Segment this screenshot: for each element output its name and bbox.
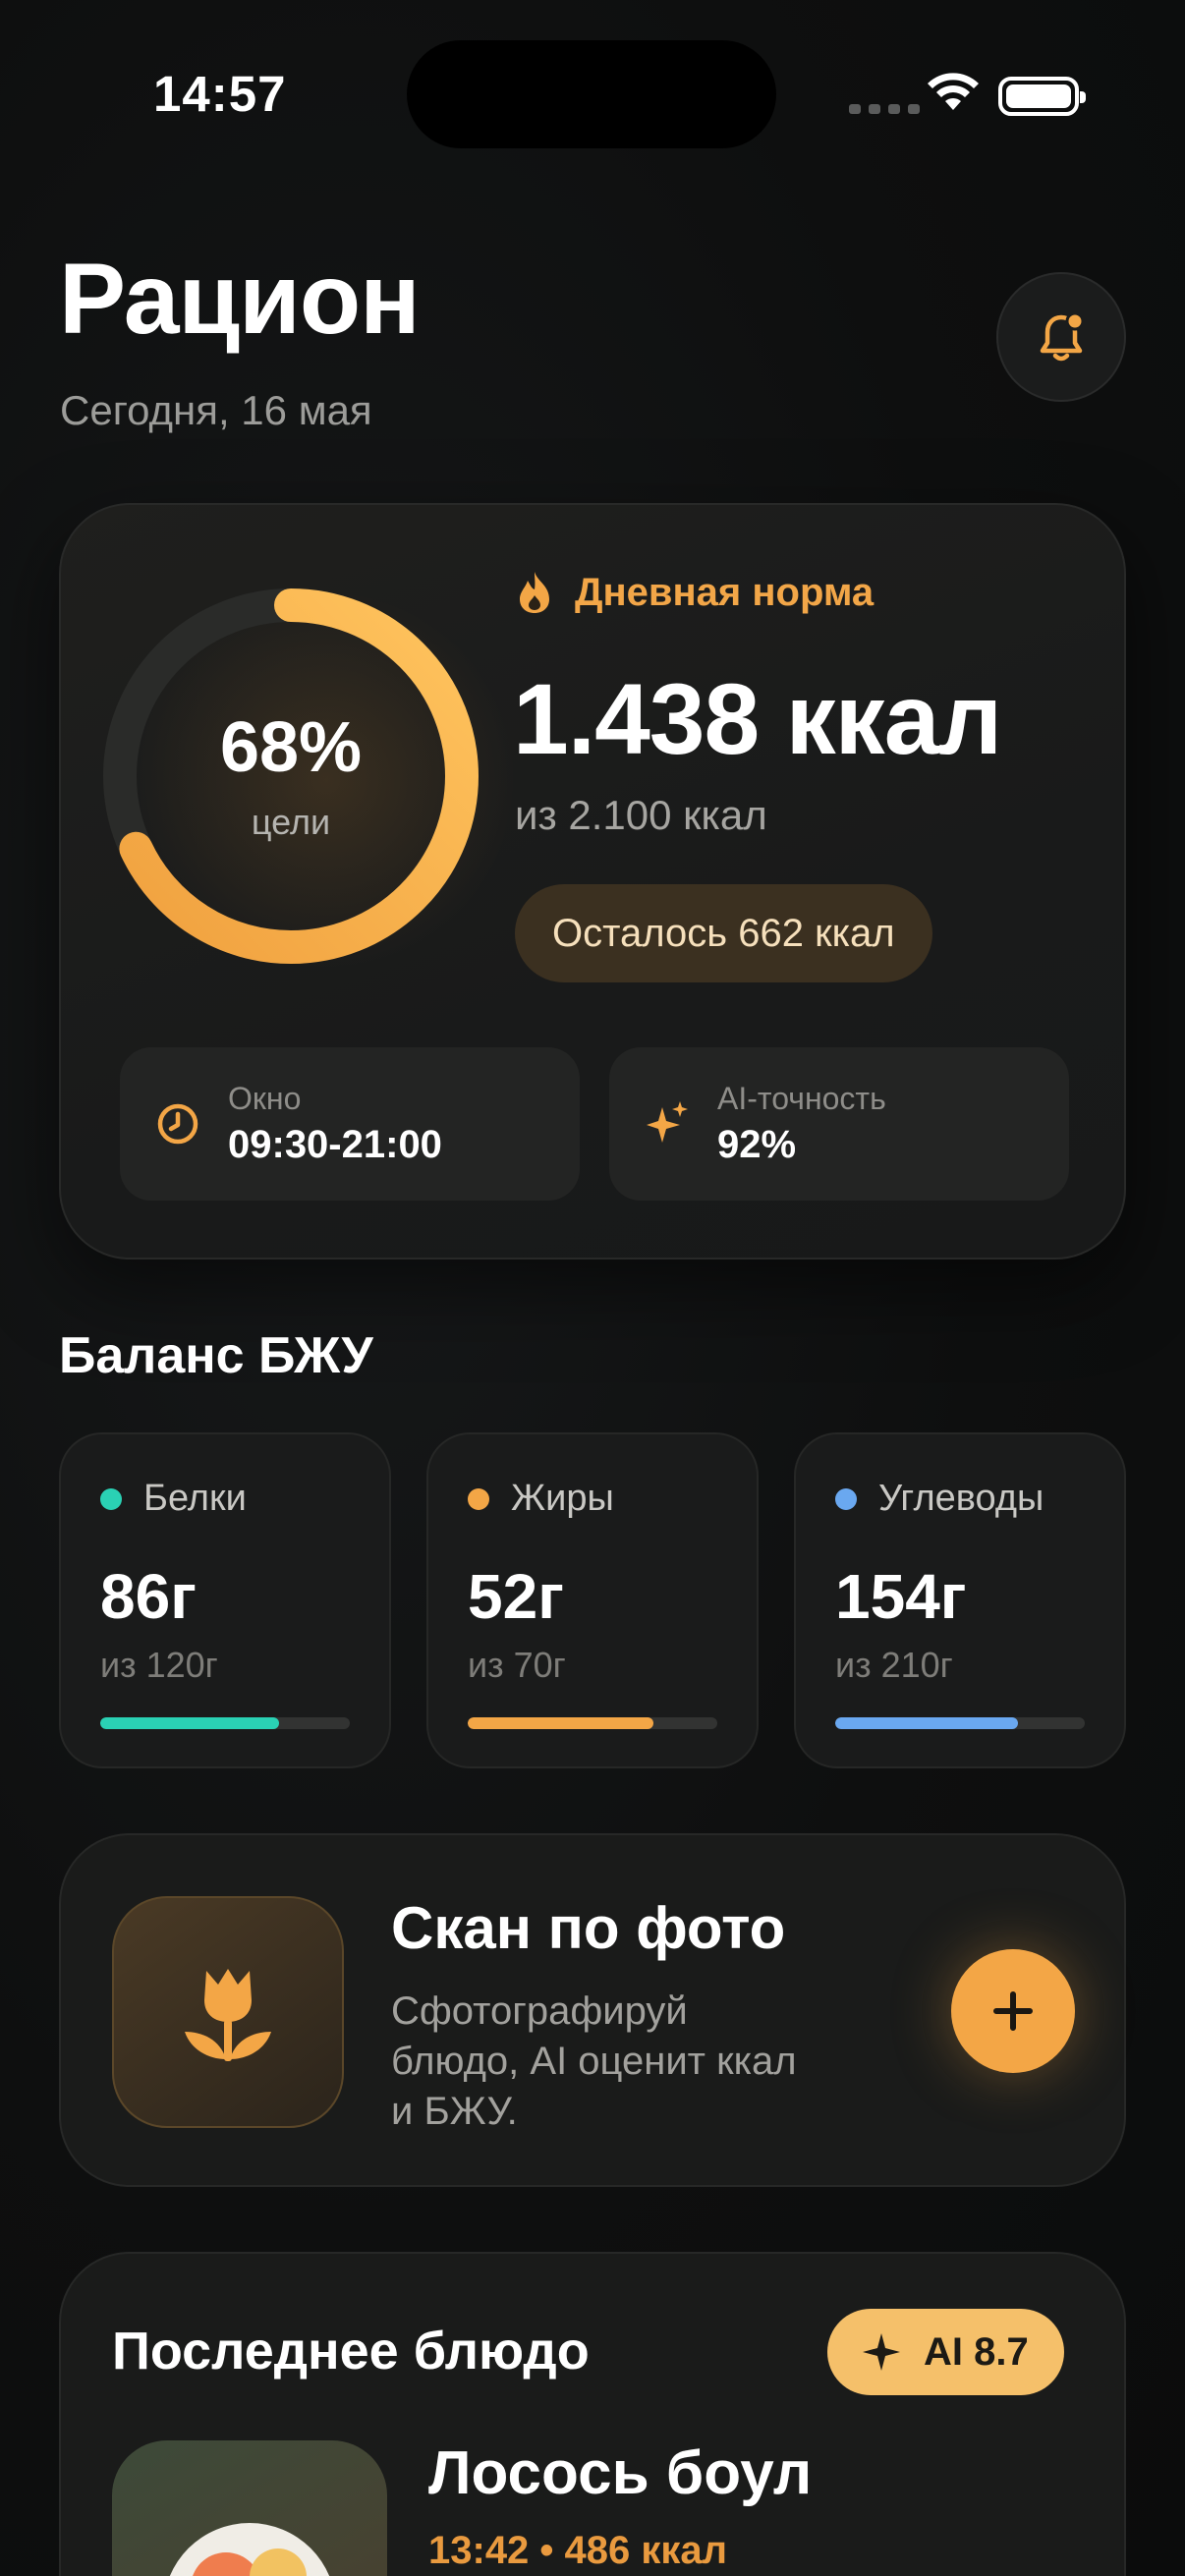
- plus-icon: [993, 1991, 1033, 2031]
- macro-name: Жиры: [511, 1478, 614, 1519]
- macro-card-carbs[interactable]: Углеводы 154г из 210г: [794, 1432, 1126, 1768]
- goal-percent: 68%: [219, 708, 363, 787]
- eating-window-tile[interactable]: Окно 09:30-21:00: [120, 1047, 580, 1201]
- macros-section-title: Баланс БЖУ: [59, 1327, 373, 1384]
- sparkle-icon: [863, 2333, 900, 2371]
- eating-window-value: 09:30-21:00: [228, 1123, 442, 1166]
- calories-remaining-badge: Осталось 662 ккал: [515, 884, 932, 982]
- dynamic-island: [407, 40, 776, 148]
- macro-value: 154г: [835, 1561, 967, 1632]
- eating-window-label: Окно: [228, 1081, 302, 1116]
- bell-icon: [1040, 311, 1085, 362]
- macro-goal: из 120г: [100, 1645, 218, 1685]
- macro-progress-bar: [468, 1717, 717, 1729]
- macro-progress-bar: [835, 1717, 1085, 1729]
- status-time: 14:57: [153, 66, 287, 122]
- wifi-icon: [928, 73, 979, 110]
- meal-name: Лосось боул: [428, 2439, 813, 2507]
- macro-goal: из 70г: [468, 1645, 566, 1685]
- calories-goal: из 2.100 ккал: [515, 792, 767, 838]
- macro-card-protein[interactable]: Белки 86г из 120г: [59, 1432, 391, 1768]
- last-meal-card[interactable]: Последнее блюдо AI 8.7 Лосось боул 13:42…: [59, 2252, 1126, 2576]
- macro-name: Белки: [143, 1478, 247, 1519]
- flame-icon: [520, 572, 549, 613]
- tulip-icon: [185, 1969, 271, 2061]
- last-meal-title: Последнее блюдо: [112, 2322, 590, 2380]
- macro-value: 52г: [468, 1561, 564, 1632]
- protein-color-dot: [100, 1487, 122, 1510]
- macro-name: Углеводы: [878, 1478, 1044, 1519]
- scan-illustration: [112, 1896, 344, 2128]
- ai-accuracy-value: 92%: [717, 1123, 797, 1166]
- clock-icon: [157, 1103, 198, 1145]
- meal-time-calories: 13:42 • 486 ккал: [428, 2529, 728, 2572]
- carbs-color-dot: [835, 1487, 857, 1510]
- photo-scan-card[interactable]: Скан по фото Сфотографируй блюдо, AI оце…: [59, 1833, 1126, 2187]
- page-date: Сегодня, 16 мая: [60, 387, 372, 433]
- macro-card-fat[interactable]: Жиры 52г из 70г: [426, 1432, 759, 1768]
- macro-progress-bar: [100, 1717, 350, 1729]
- add-photo-button[interactable]: [951, 1949, 1075, 2073]
- goal-percent-caption: цели: [251, 802, 331, 842]
- macro-goal: из 210г: [835, 1645, 953, 1685]
- macro-value: 86г: [100, 1561, 197, 1632]
- ai-accuracy-label: AI-точность: [717, 1081, 886, 1116]
- scan-description: Сфотографируй блюдо, AI оценит ккал и БЖ…: [391, 1989, 797, 2133]
- fat-color-dot: [468, 1487, 489, 1510]
- ai-accuracy-tile[interactable]: AI-точность 92%: [609, 1047, 1069, 1201]
- battery-icon: [998, 77, 1086, 116]
- cellular-signal-icon: [849, 104, 920, 114]
- daily-summary-card[interactable]: 68% цели Дневная норма 1.438 ккал из 2.1…: [59, 503, 1126, 1260]
- daily-norm-label: Дневная норма: [516, 570, 874, 615]
- calories-consumed: 1.438 ккал: [513, 663, 1002, 775]
- sparkles-icon: [647, 1101, 688, 1143]
- scan-title: Скан по фото: [391, 1895, 786, 1961]
- notifications-button[interactable]: [996, 272, 1126, 402]
- screen: 14:57 Рацион Сегодня, 16 мая 68% цели Дн…: [0, 0, 1185, 2576]
- page-title: Рацион: [59, 243, 421, 355]
- ai-score-badge: AI 8.7: [827, 2309, 1064, 2395]
- meal-photo: [112, 2440, 387, 2576]
